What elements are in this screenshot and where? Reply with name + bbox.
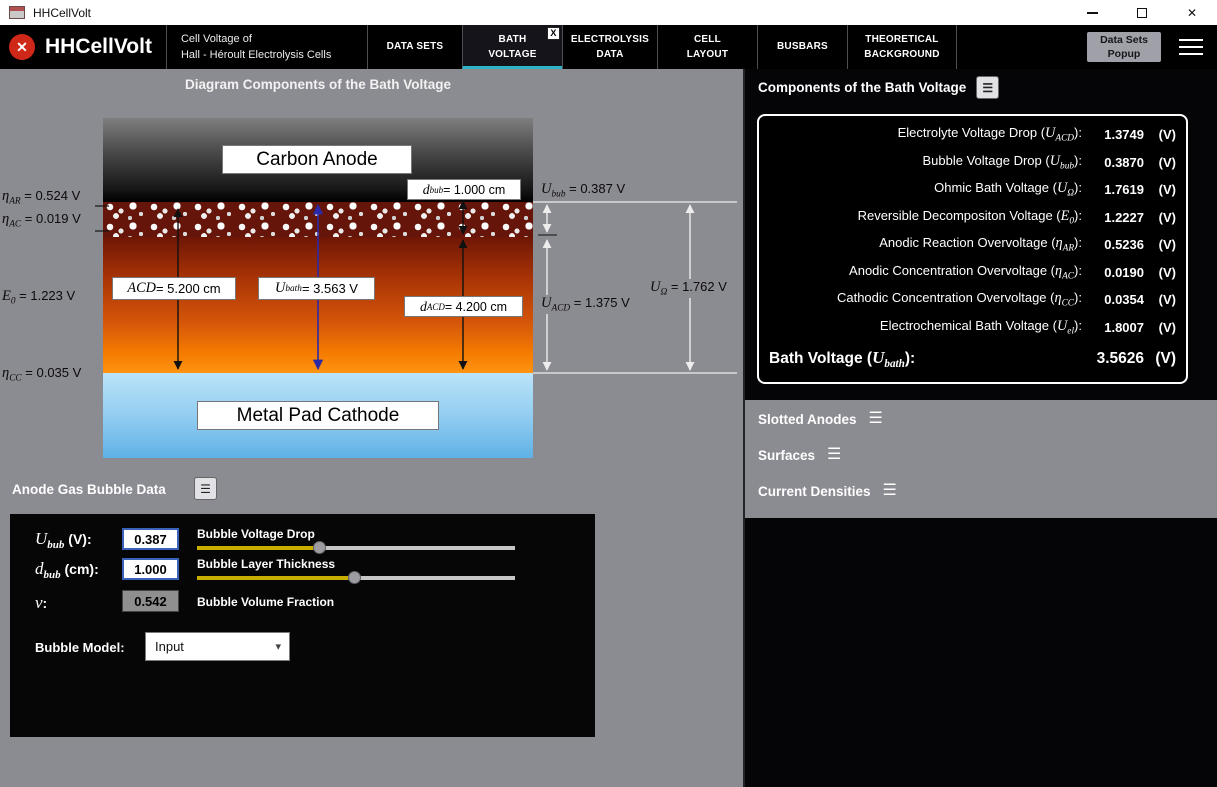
maximize-icon bbox=[1137, 7, 1147, 18]
bubble-voltage-drop-slider-label: Bubble Voltage Drop bbox=[197, 527, 315, 541]
bubble-model-select[interactable]: Input ▾ bbox=[145, 632, 290, 661]
result-row-electrolyte: Electrolyte Voltage Drop (UACD): 1.3749(… bbox=[897, 125, 1176, 145]
bubble-volume-fraction-label: Bubble Volume Fraction bbox=[197, 595, 335, 609]
dbub-field-label: dbub (cm): bbox=[35, 559, 99, 581]
app-name: HHCellVolt bbox=[45, 35, 152, 58]
bubble-model-label: Bubble Model: bbox=[35, 640, 125, 655]
app-subtitle: Cell Voltage of Hall - Héroult Electroly… bbox=[180, 32, 332, 62]
list-icon: ☰ bbox=[982, 80, 994, 95]
carbon-anode-label: Carbon Anode bbox=[222, 145, 412, 174]
minimize-button[interactable] bbox=[1067, 0, 1117, 25]
result-row-cathodic-concentration: Cathodic Concentration Overvoltage (ηCC)… bbox=[836, 290, 1176, 310]
maximize-button[interactable] bbox=[1117, 0, 1167, 25]
bath-voltage-diagram-panel: Diagram Components of the Bath Voltage C… bbox=[0, 69, 745, 787]
main-content: Diagram Components of the Bath Voltage C… bbox=[0, 69, 1217, 787]
app-logo: ✕ bbox=[0, 25, 45, 69]
bubble-layer-thickness-slider-thumb[interactable] bbox=[348, 571, 361, 584]
results-title: Components of the Bath Voltage bbox=[758, 80, 967, 95]
results-table: Electrolyte Voltage Drop (UACD): 1.3749(… bbox=[757, 114, 1188, 384]
slotted-anodes-menu[interactable]: Slotted Anodes ☰ bbox=[758, 411, 1217, 427]
hamburger-icon[interactable]: ☰ bbox=[827, 447, 841, 463]
dbub-dimension-label: d bub = 1.000 cm bbox=[407, 179, 521, 200]
data-sets-popup-button[interactable]: Data Sets Popup bbox=[1087, 32, 1161, 62]
bubble-data-menu-button[interactable]: ☰ bbox=[194, 477, 217, 500]
tab-theoretical-background[interactable]: THEORETICAL BACKGROUND bbox=[846, 25, 957, 69]
slider-fill bbox=[197, 576, 355, 580]
dacd-dimension-label: d ACD = 4.200 cm bbox=[404, 296, 523, 317]
hamburger-icon[interactable]: ☰ bbox=[883, 483, 897, 499]
slider-fill bbox=[197, 546, 320, 550]
tab-cell-layout[interactable]: CELL LAYOUT bbox=[656, 25, 757, 69]
chevron-down-icon: ▾ bbox=[275, 641, 281, 653]
current-densities-menu[interactable]: Current Densities ☰ bbox=[758, 483, 1217, 499]
header-right-controls: Data Sets Popup bbox=[1087, 25, 1217, 69]
surfaces-menu[interactable]: Surfaces ☰ bbox=[758, 447, 1217, 463]
uacd-annotation: UACD = 1.375 V bbox=[538, 295, 633, 314]
bubble-voltage-drop-slider-thumb[interactable] bbox=[313, 541, 326, 554]
bubble-layer-thickness-slider-label: Bubble Layer Thickness bbox=[197, 557, 336, 571]
close-icon: ✕ bbox=[1186, 5, 1198, 20]
hamburger-menu-icon[interactable] bbox=[1179, 38, 1203, 56]
bubble-data-panel: Ubub (V): Bubble Voltage Drop dbub (cm):… bbox=[10, 514, 595, 737]
tab-busbars[interactable]: BUSBARS bbox=[756, 25, 847, 69]
metal-pad-cathode-label: Metal Pad Cathode bbox=[197, 401, 439, 430]
right-panel-empty-area bbox=[745, 518, 1217, 787]
tab-close-icon[interactable]: X bbox=[546, 27, 560, 40]
tab-bath-voltage[interactable]: X BATH VOLTAGE bbox=[461, 25, 562, 69]
result-row-ohmic: Ohmic Bath Voltage (UΩ): 1.7619 (V) bbox=[934, 180, 1176, 200]
bubble-voltage-drop-slider[interactable] bbox=[197, 546, 515, 550]
result-row-reversible: Reversible Decompositon Voltage (E0): 1.… bbox=[857, 207, 1176, 227]
results-panel: Components of the Bath Voltage ☰ Electro… bbox=[745, 69, 1217, 787]
results-menu-button[interactable]: ☰ bbox=[976, 76, 1000, 99]
app-header: ✕ HHCellVolt Cell Voltage of Hall - Héro… bbox=[0, 25, 1217, 69]
bath-voltage-results-section: Components of the Bath Voltage ☰ Electro… bbox=[745, 69, 1217, 400]
window-titlebar: HHCellVolt ✕ bbox=[0, 0, 1217, 25]
window-title: HHCellVolt bbox=[33, 5, 92, 20]
main-tabs: DATA SETS X BATH VOLTAGE ELECTROLYSIS DATA… bbox=[366, 25, 957, 69]
anode-gas-bubble-data-title: Anode Gas Bubble Data bbox=[12, 482, 166, 497]
dbub-input[interactable] bbox=[122, 558, 179, 580]
minimize-icon bbox=[1086, 11, 1098, 14]
gas-bubble-layer-region bbox=[103, 202, 533, 237]
eta-ar-annotation: ηAR = 0.524 V bbox=[2, 188, 81, 207]
hamburger-icon[interactable]: ☰ bbox=[869, 411, 883, 427]
app-logo-icon: ✕ bbox=[9, 34, 35, 60]
volume-fraction-field-label: v: bbox=[35, 593, 48, 612]
result-row-electrochemical: Electrochemical Bath Voltage (Uel): 1.80… bbox=[879, 317, 1176, 337]
results-title-row: Components of the Bath Voltage ☰ bbox=[758, 76, 1217, 99]
result-row-bath-voltage-total: Bath Voltage (Ubath): 3.5626 (V) bbox=[769, 347, 1176, 371]
side-menus-section: Slotted Anodes ☰ Surfaces ☰ Current Dens… bbox=[745, 400, 1217, 518]
ubath-value-label: Ubath = 3.563 V bbox=[258, 277, 375, 300]
e0-annotation: E0 = 1.223 V bbox=[2, 288, 76, 307]
close-button[interactable]: ✕ bbox=[1167, 0, 1217, 25]
ubub-input[interactable] bbox=[122, 528, 179, 550]
eta-ac-annotation: ηAC = 0.019 V bbox=[2, 211, 81, 230]
acd-dimension-label: ACD = 5.200 cm bbox=[112, 277, 236, 300]
eta-cc-annotation: ηCC = 0.035 V bbox=[2, 365, 82, 384]
bubble-volume-fraction-output bbox=[122, 590, 179, 612]
diagram-title: Diagram Components of the Bath Voltage bbox=[184, 77, 452, 92]
window-app-icon bbox=[9, 6, 25, 19]
ubub-annotation: Ubub = 0.387 V bbox=[538, 181, 629, 200]
tab-electrolysis-data[interactable]: ELECTROLYSIS DATA bbox=[561, 25, 657, 69]
ubub-field-label: Ubub (V): bbox=[35, 529, 92, 551]
tab-data-sets[interactable]: DATA SETS bbox=[366, 25, 462, 69]
result-row-anodic-reaction: Anodic Reaction Overvoltage (ηAR): 0.523… bbox=[879, 235, 1176, 255]
list-icon: ☰ bbox=[200, 481, 211, 496]
bubble-model-value: Input bbox=[155, 639, 184, 654]
result-row-bubble: Bubble Voltage Drop (Ubub): 0.3870 (V) bbox=[922, 152, 1177, 172]
uohm-annotation: UΩ = 1.762 V bbox=[647, 279, 730, 298]
result-row-anodic-concentration: Anodic Concentration Overvoltage (ηAC): … bbox=[849, 262, 1176, 282]
